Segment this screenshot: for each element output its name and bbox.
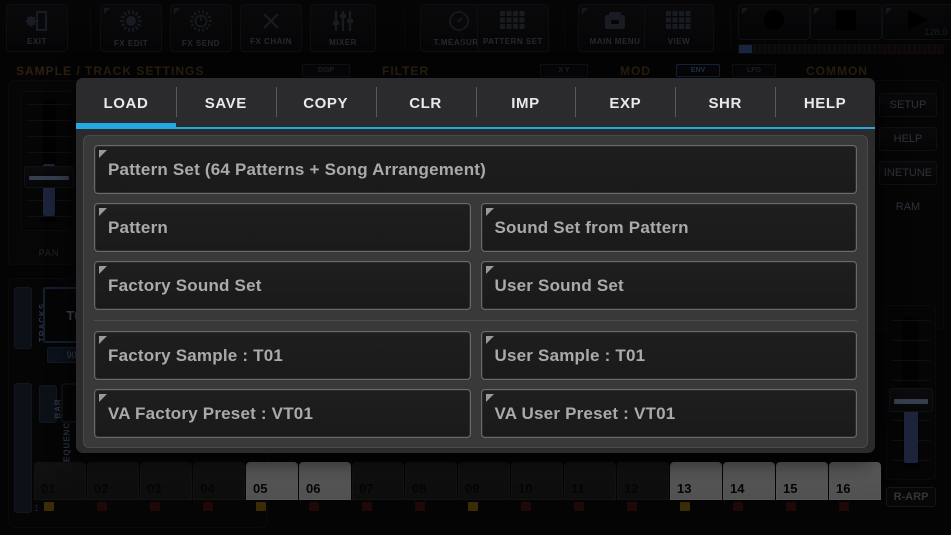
dialog-tab-bar: LOAD SAVE COPY CLR IMP EXP SHR HELP [76,78,875,129]
tab-underline [376,127,476,129]
corner-marker-icon [99,336,107,344]
tab-imp[interactable]: IMP [476,78,576,129]
tab-underline [775,127,875,129]
tab-underline [176,127,276,129]
section-divider [94,320,857,321]
tab-load[interactable]: LOAD [76,78,176,129]
option-label: VA User Preset : VT01 [495,404,676,424]
option-row: Factory Sample : T01 User Sample : T01 [94,331,857,380]
tab-exp[interactable]: EXP [575,78,675,129]
option-label: VA Factory Preset : VT01 [108,404,313,424]
tab-label: EXP [609,95,641,112]
option-pattern-set-64-patterns-song-arrangement[interactable]: Pattern Set (64 Patterns + Song Arrangem… [94,145,857,194]
dialog-body: Pattern Set (64 Patterns + Song Arrangem… [83,135,868,448]
option-label: Factory Sound Set [108,276,262,296]
option-label: Sound Set from Pattern [495,218,689,238]
option-factory-sound-set[interactable]: Factory Sound Set [94,261,471,310]
option-user-sound-set[interactable]: User Sound Set [481,261,858,310]
option-factory-sample-t01[interactable]: Factory Sample : T01 [94,331,471,380]
tab-underline [276,127,376,129]
tab-label: SHR [708,95,741,112]
tab-save[interactable]: SAVE [176,78,276,129]
corner-marker-icon [486,394,494,402]
corner-marker-icon [486,266,494,274]
tab-label: CLR [409,95,442,112]
corner-marker-icon [99,208,107,216]
tab-label: IMP [511,95,539,112]
tab-clr[interactable]: CLR [376,78,476,129]
option-sound-set-from-pattern[interactable]: Sound Set from Pattern [481,203,858,252]
option-label: User Sound Set [495,276,624,296]
tab-underline [476,127,576,129]
option-va-factory-preset-vt01[interactable]: VA Factory Preset : VT01 [94,389,471,438]
option-row: Factory Sound Set User Sound Set [94,261,857,310]
option-va-user-preset-vt01[interactable]: VA User Preset : VT01 [481,389,858,438]
tab-underline [675,127,775,129]
option-pattern[interactable]: Pattern [94,203,471,252]
tab-shr[interactable]: SHR [675,78,775,129]
corner-marker-icon [99,266,107,274]
option-label: Factory Sample : T01 [108,346,283,366]
option-user-sample-t01[interactable]: User Sample : T01 [481,331,858,380]
corner-marker-icon [486,336,494,344]
corner-marker-icon [486,208,494,216]
option-label: User Sample : T01 [495,346,646,366]
tab-underline [575,127,675,129]
option-label: Pattern Set (64 Patterns + Song Arrangem… [108,160,486,180]
file-operations-dialog: LOAD SAVE COPY CLR IMP EXP SHR HELP Pattern Set… [76,78,875,453]
option-row: Pattern Set (64 Patterns + Song Arrangem… [94,145,857,194]
tab-label: LOAD [103,95,148,112]
option-label: Pattern [108,218,168,238]
corner-marker-icon [99,394,107,402]
tab-label: SAVE [205,95,247,112]
corner-marker-icon [99,150,107,158]
option-row: Pattern Sound Set from Pattern [94,203,857,252]
tab-label: COPY [303,95,348,112]
tab-help[interactable]: HELP [775,78,875,129]
tab-copy[interactable]: COPY [276,78,376,129]
option-row: VA Factory Preset : VT01 VA User Preset :… [94,389,857,438]
tab-label: HELP [804,95,846,112]
tab-underline [76,123,176,129]
